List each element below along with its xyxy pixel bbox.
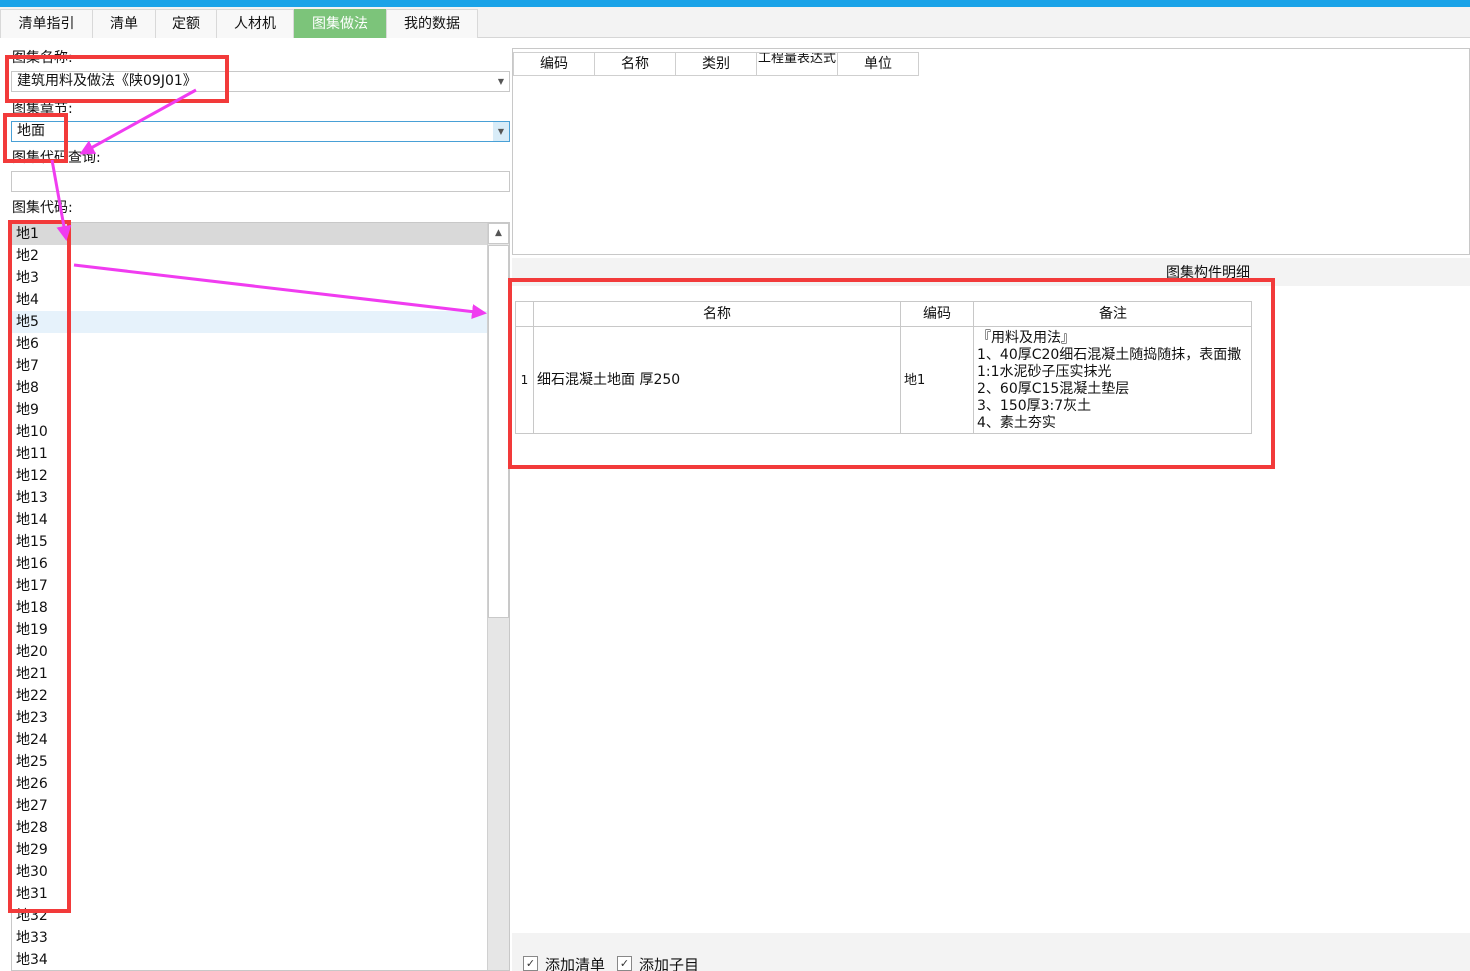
arrow-codes-to-detail [73,263,487,320]
arrow-name-to-chapter [79,88,197,155]
arrow-chapter-to-codes [50,159,72,241]
annotation-arrows [50,88,487,320]
